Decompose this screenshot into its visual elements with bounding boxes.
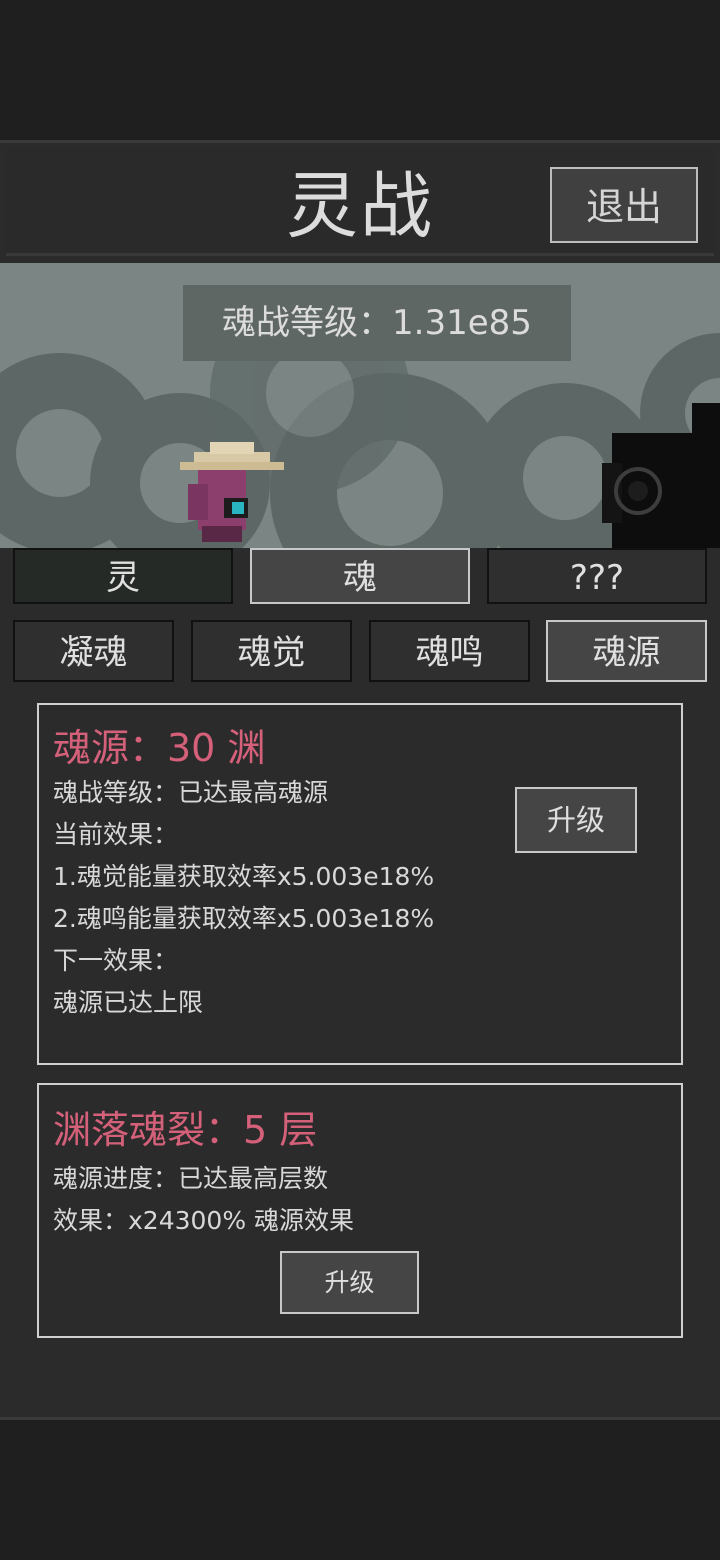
tab-condense-soul[interactable]: 凝魂: [13, 620, 174, 682]
tab-soul[interactable]: 魂: [250, 548, 470, 604]
hero-sprite: [180, 442, 284, 542]
abyss-fall-upgrade-button[interactable]: 升级: [280, 1251, 419, 1314]
tab-unknown[interactable]: ???: [487, 548, 707, 604]
soul-battle-level: 魂战等级：1.31e85: [183, 285, 571, 361]
soul-source-line: 2.魂鸣能量获取效率x5.003e18%: [53, 904, 435, 933]
enemy-sprite: [602, 403, 720, 548]
soul-source-upgrade-button[interactable]: 升级: [515, 787, 637, 853]
abyss-fall-line: 效果：x24300% 魂源效果: [53, 1206, 355, 1235]
game-screen: 灵战 退出 魂战等级：1.31e85 灵 魂 ??? 凝魂 魂觉 魂鸣 魂源 魂…: [0, 0, 720, 1560]
tab-soul-awaken[interactable]: 魂觉: [191, 620, 352, 682]
tab-spirit[interactable]: 灵: [13, 548, 233, 604]
soul-source-line: 魂源已达上限: [53, 988, 204, 1017]
battle-scene: 魂战等级：1.31e85: [0, 263, 720, 548]
soul-source-card: 魂源：30 渊 魂战等级：已达最高魂源 当前效果： 1.魂觉能量获取效率x5.0…: [37, 703, 683, 1065]
abyss-fall-card: 渊落魂裂：5 层 魂源进度：已达最高层数 效果：x24300% 魂源效果 升级: [37, 1083, 683, 1338]
tab-soul-resonance[interactable]: 魂鸣: [369, 620, 530, 682]
abyss-fall-line: 魂源进度：已达最高层数: [53, 1164, 329, 1193]
soul-source-line: 下一效果：: [53, 946, 179, 975]
soul-source-title: 魂源：30 渊: [53, 726, 266, 770]
tab-soul-source[interactable]: 魂源: [546, 620, 707, 682]
exit-button[interactable]: 退出: [550, 167, 698, 243]
abyss-fall-title: 渊落魂裂：5 层: [53, 1108, 318, 1152]
soul-source-line: 当前效果：: [53, 820, 179, 849]
soul-source-line: 魂战等级：已达最高魂源: [53, 778, 329, 807]
soul-source-line: 1.魂觉能量获取效率x5.003e18%: [53, 862, 435, 891]
header-bar: 灵战 退出: [6, 147, 714, 256]
